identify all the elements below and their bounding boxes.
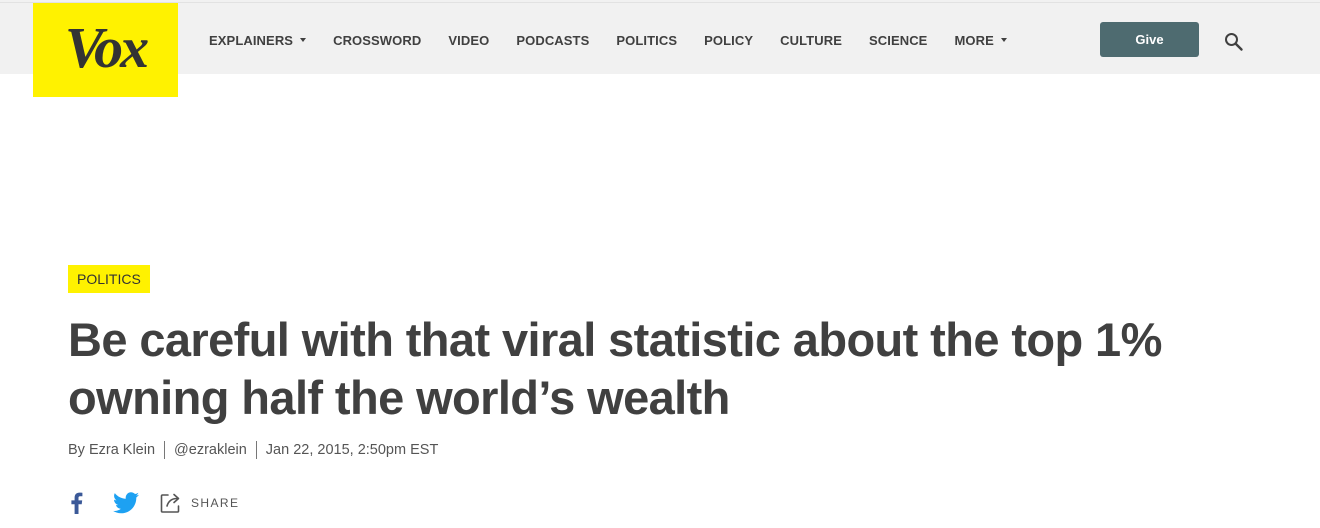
nav-item-label: POLITICS bbox=[616, 32, 678, 48]
nav-item-label: EXPLAINERS bbox=[209, 32, 294, 48]
publish-date: Jan 22, 2015, 2:50pm EST bbox=[265, 442, 439, 458]
vox-logo[interactable]: Vox bbox=[33, 3, 178, 97]
nav-item-video[interactable]: VIDEO bbox=[448, 33, 489, 48]
nav-item-label: CROSSWORD bbox=[333, 32, 422, 48]
share-label: SHARE bbox=[191, 496, 240, 510]
share-bar: SHARE bbox=[68, 491, 239, 515]
nav-item-politics[interactable]: POLITICS bbox=[616, 33, 677, 48]
twitter-icon[interactable] bbox=[113, 492, 139, 514]
main-nav: EXPLAINERS CROSSWORD VIDEO PODCASTS POLI… bbox=[209, 31, 1007, 49]
article-headline: Be careful with that viral statistic abo… bbox=[68, 313, 1162, 424]
nav-item-label: MORE bbox=[954, 32, 994, 48]
logo-text: Vox bbox=[64, 15, 149, 80]
byline-divider bbox=[255, 441, 257, 459]
author-twitter-handle[interactable]: @ezraklein bbox=[174, 442, 247, 458]
facebook-icon[interactable] bbox=[68, 492, 84, 514]
share-icon bbox=[160, 493, 180, 513]
nav-item-label: SCIENCE bbox=[868, 32, 928, 48]
category-tag[interactable]: POLITICS bbox=[68, 265, 150, 293]
author-name[interactable]: By Ezra Klein bbox=[68, 442, 155, 458]
nav-item-crossword[interactable]: CROSSWORD bbox=[333, 33, 421, 48]
nav-item-podcasts[interactable]: PODCASTS bbox=[516, 33, 589, 48]
nav-item-label: PODCASTS bbox=[516, 32, 590, 48]
give-button[interactable]: Give bbox=[1100, 22, 1199, 57]
article-byline: By Ezra Klein @ezraklein Jan 22, 2015, 2… bbox=[68, 440, 438, 460]
nav-item-explainers[interactable]: EXPLAINERS bbox=[209, 32, 307, 48]
nav-item-label: VIDEO bbox=[448, 32, 490, 48]
nav-item-policy[interactable]: POLICY bbox=[704, 33, 753, 48]
nav-item-culture[interactable]: CULTURE bbox=[780, 33, 842, 48]
byline-divider bbox=[164, 441, 166, 459]
search-icon[interactable] bbox=[1224, 32, 1244, 52]
nav-item-more[interactable]: MORE bbox=[954, 32, 1007, 48]
top-border bbox=[0, 2, 1320, 3]
caret-down-icon bbox=[300, 38, 307, 42]
nav-item-science[interactable]: SCIENCE bbox=[869, 33, 928, 48]
nav-item-label: CULTURE bbox=[780, 32, 842, 48]
nav-item-label: POLICY bbox=[704, 32, 754, 48]
caret-down-icon bbox=[1000, 38, 1007, 42]
share-button[interactable]: SHARE bbox=[159, 491, 239, 515]
